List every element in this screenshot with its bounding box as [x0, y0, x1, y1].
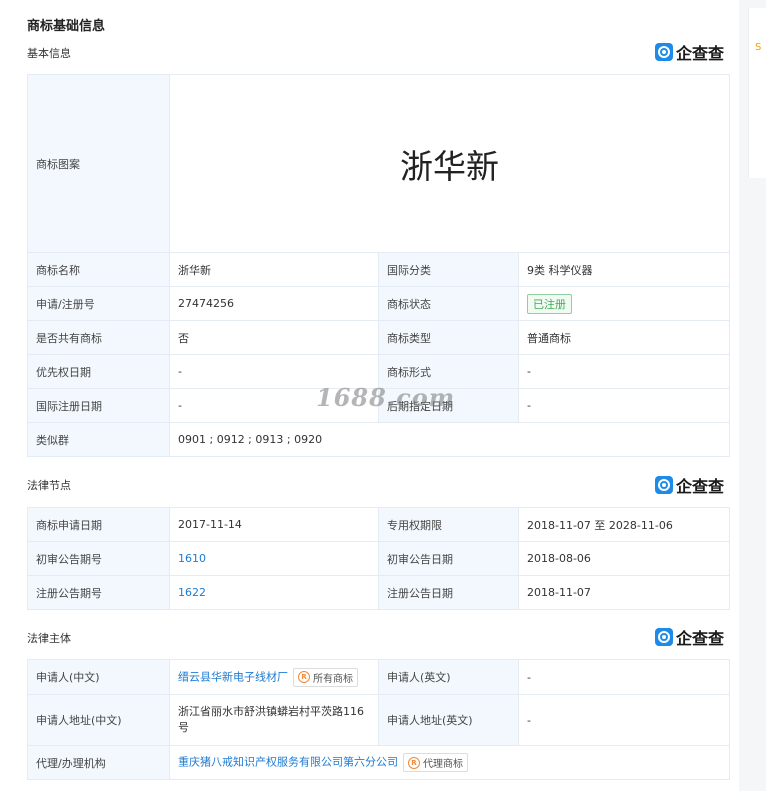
exclusive-right-period-value: 2018-11-07 至 2028-11-06	[518, 507, 730, 542]
reg-issue-cell: 1622	[169, 575, 379, 610]
row-label: 是否共有商标	[27, 320, 170, 355]
prelim-issue-link[interactable]: 1610	[178, 552, 206, 565]
row-label: 代理/办理机构	[27, 745, 170, 780]
prelim-date-value: 2018-08-06	[518, 541, 730, 576]
legal-nodes-table: 商标申请日期 2017-11-14 专用权期限 2018-11-07 至 202…	[27, 507, 730, 610]
row-label: 优先权日期	[27, 354, 170, 389]
shared-trademark-value: 否	[169, 320, 379, 355]
qichacha-logo-icon	[655, 628, 673, 646]
reg-number-value: 27474256	[169, 286, 379, 321]
row-label: 初审公告日期	[378, 541, 519, 576]
qichacha-logo-icon	[655, 43, 673, 61]
row-label: 商标名称	[27, 252, 170, 287]
section-title-legal-nodes: 法律节点	[27, 479, 71, 492]
status-badge: 已注册	[527, 293, 572, 314]
page-title: 商标基础信息	[27, 19, 106, 34]
all-trademarks-tag-label: 所有商标	[313, 673, 353, 685]
row-label: 专用权期限	[378, 507, 519, 542]
trademark-name-value: 浙华新	[169, 252, 379, 287]
row-label: 国际注册日期	[27, 388, 170, 423]
reg-date-value: 2018-11-07	[518, 575, 730, 610]
similar-group-value: 0901 ; 0912 ; 0913 ; 0920	[168, 422, 731, 457]
legal-subject-table: 申请人(中文) 缙云县华新电子线材厂 R 所有商标 申请人(英文) - 申请人地址(…	[27, 659, 730, 780]
trademark-image-label: 商标图案	[27, 74, 170, 253]
trademark-r-icon: R	[298, 671, 310, 683]
row-label: 商标状态	[378, 286, 519, 321]
prelim-issue-cell: 1610	[169, 541, 379, 576]
address-en-value: -	[518, 694, 730, 746]
agent-link[interactable]: 重庆猪八戒知识产权服务有限公司第六分公司	[178, 756, 398, 769]
row-label: 申请人地址(英文)	[378, 694, 519, 746]
row-label: 注册公告期号	[27, 575, 170, 610]
row-label: 初审公告期号	[27, 541, 170, 576]
row-label: 申请人(中文)	[27, 659, 170, 695]
row-label: 类似群	[27, 422, 170, 457]
section-title-legal-subject: 法律主体	[27, 632, 71, 645]
all-trademarks-tag[interactable]: R 所有商标	[293, 667, 358, 687]
applicant-cn-cell: 缙云县华新电子线材厂 R 所有商标	[169, 659, 379, 695]
row-label: 申请/注册号	[27, 286, 170, 321]
qichacha-logo-text: 企查查	[676, 44, 725, 63]
trademark-image-text: 浙华新	[400, 146, 500, 186]
qichacha-logo-icon	[655, 476, 673, 494]
trademark-form-value: -	[517, 354, 731, 389]
applicant-en-value: -	[518, 659, 730, 695]
trademark-type-value: 普通商标	[517, 320, 731, 355]
trademark-r-icon: R	[408, 756, 420, 769]
agent-trademarks-tag-label: 代理商标	[423, 759, 463, 770]
qichacha-logo-text: 企查查	[676, 477, 725, 496]
row-label: 注册公告日期	[378, 575, 519, 610]
right-sidebar-card: S	[748, 8, 766, 178]
section-title-basic: 基本信息	[27, 47, 71, 60]
qichacha-logo-text: 企查查	[676, 629, 725, 648]
application-date-value: 2017-11-14	[169, 507, 379, 542]
row-label: 商标申请日期	[27, 507, 170, 542]
status-cell: 已注册	[517, 286, 731, 321]
applicant-cn-link[interactable]: 缙云县华新电子线材厂	[178, 670, 288, 683]
agent-cell: 重庆猪八戒知识产权服务有限公司第六分公司 R 代理商标	[169, 745, 730, 780]
reg-issue-link[interactable]: 1622	[178, 586, 206, 599]
watermark: 1688.com	[316, 383, 456, 412]
qichacha-brand[interactable]: 企查查	[655, 475, 725, 496]
row-label: 申请人(英文)	[378, 659, 519, 695]
address-cn-value: 浙江省丽水市舒洪镇蟒岩村平茨路116号	[169, 694, 379, 746]
row-label: 申请人地址(中文)	[27, 694, 170, 746]
row-label: 商标类型	[378, 320, 519, 355]
later-designation-date-value: -	[517, 388, 731, 423]
agent-trademarks-tag[interactable]: R 代理商标	[403, 753, 468, 772]
row-label: 国际分类	[378, 252, 519, 287]
qichacha-brand[interactable]: 企查查	[655, 627, 725, 648]
trademark-image: 浙华新	[168, 74, 731, 253]
qichacha-brand[interactable]: 企查查	[655, 42, 725, 63]
intl-class-value: 9类 科学仪器	[517, 252, 731, 287]
right-sidebar-text: S	[755, 42, 762, 53]
